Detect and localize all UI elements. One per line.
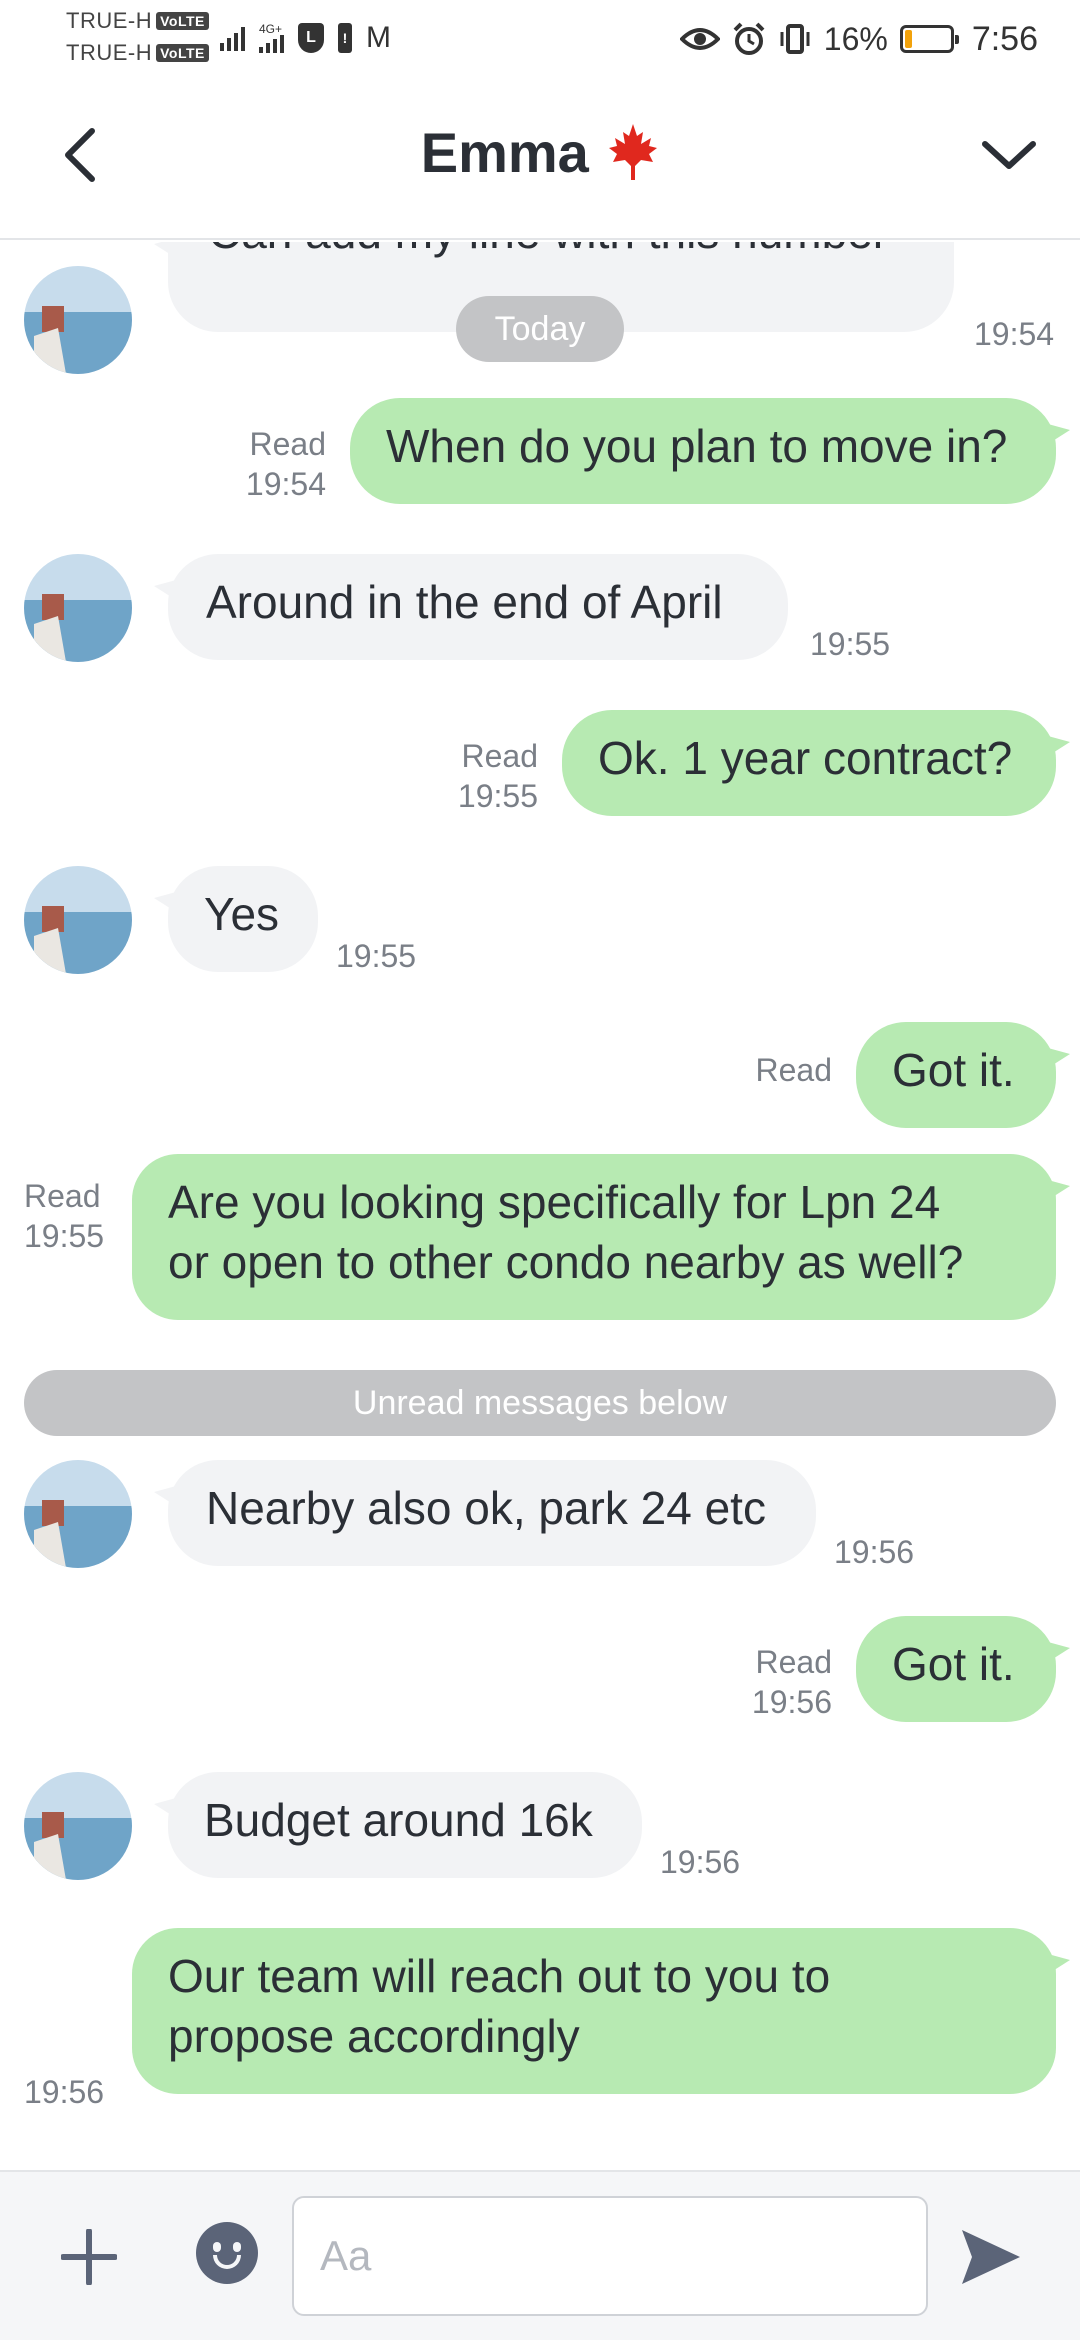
- avatar-image: [24, 866, 132, 974]
- read-status: Read 19:55: [457, 738, 538, 814]
- carrier-1: TRUE-H VoLTE: [66, 8, 209, 34]
- message-input[interactable]: [292, 2196, 928, 2316]
- carrier-2: TRUE-H VoLTE: [66, 40, 209, 66]
- message-time: 19:56: [24, 2074, 105, 2110]
- outgoing-message[interactable]: Got it.: [856, 1022, 1070, 1128]
- message-text-line-2: or open to other condo nearby as well?: [168, 1236, 964, 1288]
- message-text-line-1: Our team will reach out to you to: [168, 1950, 831, 2002]
- outgoing-message[interactable]: Are you looking specifically for Lpn 24 …: [132, 1154, 1070, 1320]
- avatar[interactable]: [24, 866, 132, 974]
- message-time: 19:56: [660, 1844, 741, 1880]
- battery-fill: [904, 30, 912, 48]
- message-text: Budget around 16k: [204, 1794, 593, 1846]
- avatar-image: [24, 1772, 132, 1880]
- message-text: Around in the end of April: [206, 576, 723, 628]
- chat-area[interactable]: Can add my line with this number 19:54 T…: [0, 242, 1080, 2170]
- message-time: 19:55: [336, 938, 417, 974]
- read-status: Read: [755, 1052, 833, 1088]
- signal-4g-icon: 4G+: [259, 23, 284, 53]
- incoming-message[interactable]: Nearby also ok, park 24 etc: [154, 1460, 816, 1566]
- incoming-message[interactable]: Budget around 16k: [154, 1772, 642, 1878]
- chat-title[interactable]: Emma: [421, 121, 589, 184]
- signal-icon: [220, 25, 245, 51]
- avatar[interactable]: [24, 554, 132, 662]
- message-time: 19:54: [974, 316, 1055, 352]
- plus-button[interactable]: [54, 2222, 124, 2292]
- message-text-line-2: propose accordingly: [168, 2010, 580, 2062]
- message-text: Nearby also ok, park 24 etc: [206, 1482, 766, 1534]
- message-text-line-1: Are you looking specifically for Lpn 24: [168, 1176, 941, 1228]
- carrier-2-label: TRUE-H: [66, 40, 153, 65]
- outgoing-message[interactable]: Ok. 1 year contract?: [562, 710, 1070, 816]
- message-text: Yes: [204, 888, 280, 940]
- emoji-icon[interactable]: [196, 2222, 258, 2284]
- avatar[interactable]: [24, 1772, 132, 1880]
- alert-battery-icon: !: [338, 23, 352, 53]
- chat-header: Emma: [0, 80, 1080, 240]
- unread-separator: Unread messages below: [24, 1370, 1056, 1436]
- clock: 7:56: [971, 19, 1038, 58]
- outgoing-message[interactable]: Got it.: [856, 1616, 1070, 1722]
- send-button[interactable]: [956, 2222, 1026, 2292]
- message-time: 19:56: [834, 1534, 915, 1570]
- carrier-1-label: TRUE-H: [66, 8, 153, 33]
- send-icon: [962, 2230, 1020, 2284]
- vibrate-icon: [780, 24, 810, 54]
- chevron-down-icon: [982, 141, 1036, 169]
- partial-message-text: Can add my line with this number: [208, 242, 888, 262]
- outgoing-message[interactable]: Our team will reach out to you to propos…: [132, 1928, 1070, 2094]
- avatar-image: [24, 266, 132, 374]
- network-type-label: 4G+: [259, 22, 283, 36]
- status-bar: TRUE-H VoLTE TRUE-H VoLTE 4G+ L ! M 16% …: [0, 0, 1080, 80]
- maple-leaf-icon: [609, 124, 658, 180]
- plus-icon: [61, 2229, 117, 2285]
- battery-icon: [899, 25, 959, 53]
- read-status: Read 19:56: [751, 1644, 832, 1720]
- read-status: Read 19:54: [245, 426, 326, 502]
- volte-badge: VoLTE: [156, 12, 209, 30]
- outgoing-message[interactable]: When do you plan to move in?: [350, 398, 1070, 504]
- input-bar: [0, 2170, 1080, 2340]
- l-shield-icon: L: [298, 23, 324, 53]
- avatar[interactable]: [24, 266, 132, 374]
- avatar-image: [24, 1460, 132, 1568]
- read-status: Read 19:55: [24, 1178, 105, 1254]
- avatar-image: [24, 554, 132, 662]
- gmail-icon: M: [366, 21, 391, 54]
- avatar[interactable]: [24, 1460, 132, 1568]
- message-text: Ok. 1 year contract?: [598, 732, 1013, 784]
- title-wrap: Emma: [0, 120, 1080, 185]
- message-text: Got it.: [892, 1044, 1015, 1096]
- message-time: 19:55: [810, 626, 891, 662]
- volte-badge-2: VoLTE: [156, 44, 209, 62]
- date-separator: Today: [456, 296, 624, 362]
- status-icons-right: 16% 7:56: [679, 14, 1038, 64]
- message-text: When do you plan to move in?: [386, 420, 1008, 472]
- battery-percent: 16%: [823, 20, 888, 57]
- eye-icon: [679, 28, 720, 50]
- message-text: Got it.: [892, 1638, 1015, 1690]
- status-icons-left: 4G+ L ! M: [220, 16, 391, 60]
- alarm-icon: [733, 22, 765, 55]
- menu-toggle-button[interactable]: [974, 120, 1044, 190]
- incoming-message[interactable]: Around in the end of April: [154, 554, 788, 660]
- incoming-message[interactable]: Yes: [154, 866, 318, 972]
